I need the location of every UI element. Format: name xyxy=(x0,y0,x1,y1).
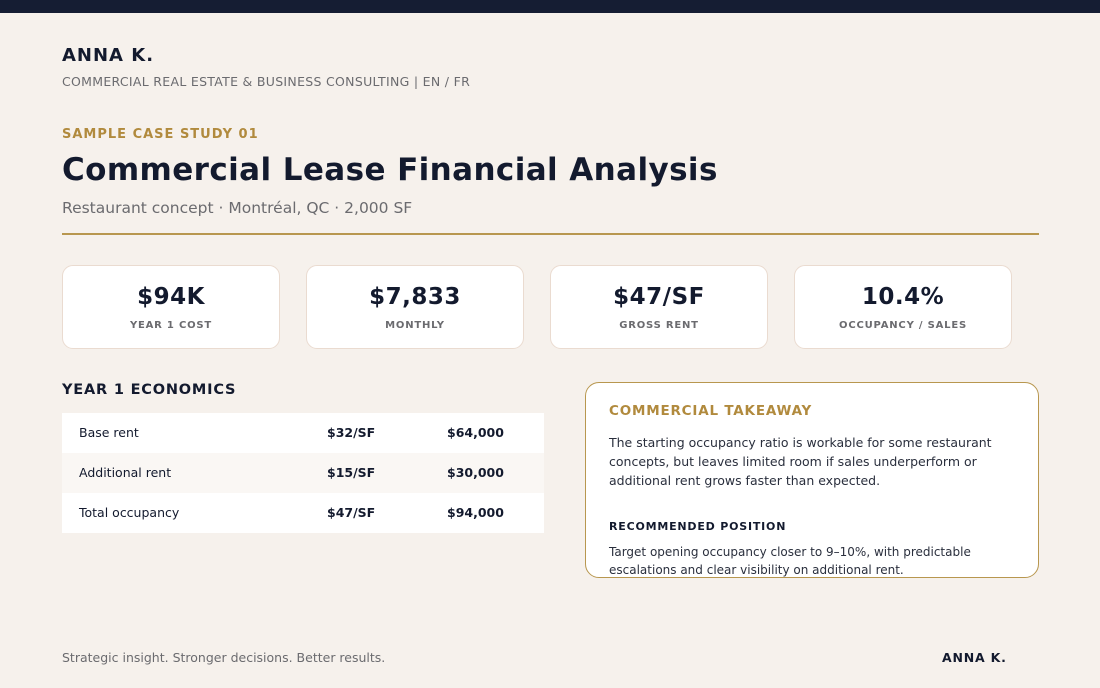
row-item: Total occupancy xyxy=(79,505,180,520)
kpi-value: $47/SF xyxy=(613,284,705,310)
takeaway-card: COMMERCIAL TAKEAWAY The starting occupan… xyxy=(585,382,1039,578)
kpi-label: MONTHLY xyxy=(385,320,445,331)
economics-title: YEAR 1 ECONOMICS xyxy=(62,382,237,398)
kpi-label: GROSS RENT xyxy=(619,320,699,331)
recommended-position-title: RECOMMENDED POSITION xyxy=(609,520,787,533)
kpi-value: 10.4% xyxy=(861,284,945,310)
table-row: Total occupancy $47/SF $94,000 xyxy=(62,493,544,533)
kpi-label: OCCUPANCY / SALES xyxy=(839,320,967,331)
kpi-card-occupancy-sales: 10.4% OCCUPANCY / SALES xyxy=(794,265,1012,349)
takeaway-body: The starting occupancy ratio is workable… xyxy=(609,435,992,488)
kpi-value: $94K xyxy=(137,284,205,310)
kpi-label: YEAR 1 COST xyxy=(129,320,213,331)
top-bar xyxy=(0,0,1100,13)
kpi-card-gross-rent: $47/SF GROSS RENT xyxy=(550,265,768,349)
recommended-position-body: Target opening occupancy closer to 9–10%… xyxy=(609,545,971,577)
page-title: Commercial Lease Financial Analysis xyxy=(62,152,718,188)
case-study-label: SAMPLE CASE STUDY 01 xyxy=(62,127,259,142)
footer-brand: ANNA K. xyxy=(942,650,1007,665)
row-item: Additional rent xyxy=(79,465,172,480)
brand-name: ANNA K. xyxy=(62,45,155,66)
row-rate: $47/SF xyxy=(327,505,376,520)
row-rate: $32/SF xyxy=(327,425,376,440)
row-amount: $94,000 xyxy=(447,505,504,520)
table-row: Base rent $32/SF $64,000 xyxy=(62,413,544,453)
row-amount: $64,000 xyxy=(447,425,504,440)
page-subtitle: Restaurant concept · Montréal, QC · 2,00… xyxy=(62,199,413,217)
kpi-card-monthly: $7,833 MONTHLY xyxy=(306,265,524,349)
row-rate: $15/SF xyxy=(327,465,376,480)
economics-table: Base rent $32/SF $64,000 Additional rent… xyxy=(62,413,544,533)
row-item: Base rent xyxy=(79,425,139,440)
footer-slogan: Strategic insight. Stronger decisions. B… xyxy=(62,650,386,665)
table-row: Additional rent $15/SF $30,000 xyxy=(62,453,544,493)
kpi-card-year1-cost: $94K YEAR 1 COST xyxy=(62,265,280,349)
takeaway-title: COMMERCIAL TAKEAWAY xyxy=(609,403,813,419)
kpi-value: $7,833 xyxy=(369,284,461,310)
divider xyxy=(62,233,1039,235)
row-amount: $30,000 xyxy=(447,465,504,480)
tagline: COMMERCIAL REAL ESTATE & BUSINESS CONSUL… xyxy=(62,74,471,89)
